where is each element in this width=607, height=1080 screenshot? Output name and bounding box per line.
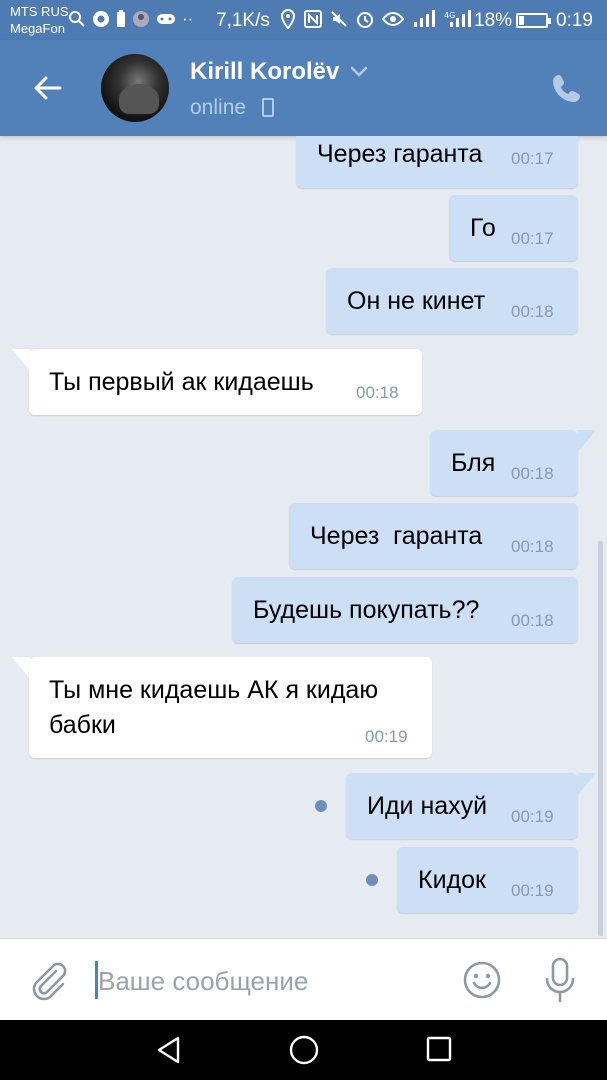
message-time: 00:18	[511, 302, 554, 321]
battery-percent: 18%	[474, 10, 513, 31]
unread-indicator	[366, 874, 378, 886]
message-bubble-outgoing[interactable]: Через гаранта 00:17	[296, 136, 578, 188]
nav-recent-apps-icon[interactable]	[426, 1036, 452, 1062]
nav-back-icon[interactable]	[154, 1035, 184, 1065]
message-bubble-incoming[interactable]: Ты мне кидаешь АК я кидаю бабки 00:19	[29, 657, 432, 758]
call-icon[interactable]	[551, 72, 583, 104]
message-time: 00:19	[365, 727, 408, 746]
message-text: Будешь покупать??	[253, 596, 480, 624]
bubble-tail	[12, 349, 30, 371]
carrier-2: MegaFon	[10, 21, 65, 36]
mute-icon	[331, 11, 347, 27]
avatar-icon	[133, 11, 149, 27]
message-text: Через гаранта	[310, 522, 483, 550]
message-text-line-2: бабки	[49, 711, 116, 739]
message-bubble-outgoing[interactable]: Го 00:17	[449, 195, 578, 261]
alarm-icon	[357, 12, 373, 28]
microphone-icon[interactable]	[541, 957, 579, 1003]
carrier-names: MTS RUS MegaFon	[10, 3, 69, 37]
message-time: 00:18	[511, 537, 554, 556]
message-list[interactable]: Через гаранта 00:17 Го 00:17 Он не кинет…	[0, 136, 607, 938]
bubble-tail	[12, 657, 30, 679]
clock: 0:19	[556, 10, 593, 31]
bubble-tail	[578, 773, 596, 795]
message-bubble-outgoing[interactable]: Через гаранта 00:18	[289, 503, 578, 569]
notification-icons: ··	[68, 9, 193, 29]
message-bubble-outgoing[interactable]: Кидок 00:19	[397, 847, 578, 913]
carrier-1: MTS RUS	[10, 4, 69, 19]
message-text: Кидок	[418, 866, 486, 894]
system-icons: 4G	[280, 9, 472, 29]
scrollbar[interactable]	[598, 541, 603, 936]
contact-avatar[interactable]	[101, 54, 169, 122]
net-speed: 7,1K/s	[216, 10, 270, 31]
message-time: 00:19	[511, 807, 554, 826]
unread-indicator	[315, 800, 327, 812]
message-time: 00:18	[356, 383, 399, 402]
contact-name[interactable]: Kirill Korolëv	[190, 58, 339, 86]
message-time: 00:18	[511, 611, 554, 630]
message-text: Ты первый ак кидаешь	[49, 368, 314, 396]
emoji-icon[interactable]	[463, 961, 501, 999]
location-icon	[280, 9, 296, 29]
message-text: Бля	[451, 449, 496, 477]
status-bar: MTS RUS MegaFon ·· 7,1K/s 4G 18% 0:19	[0, 0, 607, 40]
battery-saver-icon	[117, 10, 125, 27]
contact-status: online	[190, 96, 247, 119]
message-time: 00:18	[511, 464, 554, 483]
message-text: Он не кинет	[347, 287, 486, 315]
chrome-icon	[93, 11, 109, 27]
message-bubble-outgoing[interactable]: Он не кинет 00:18	[326, 268, 578, 334]
paperclip-icon[interactable]	[28, 959, 68, 1001]
bubble-tail	[578, 430, 596, 452]
battery-icon	[516, 13, 551, 28]
mobile-device-icon	[262, 98, 274, 117]
message-text: Иди нахуй	[367, 792, 488, 820]
signal-4g-icon: 4G	[444, 10, 471, 27]
message-text: Через гаранта	[317, 140, 483, 168]
dots-icon: ··	[182, 9, 194, 28]
message-bubble-outgoing[interactable]: Иди нахуй 00:19	[346, 773, 578, 839]
back-arrow-icon[interactable]	[30, 70, 66, 106]
search-icon	[69, 11, 85, 27]
message-composer	[0, 938, 607, 1020]
message-bubble-outgoing[interactable]: Будешь покупать?? 00:18	[232, 577, 578, 643]
message-time: 00:17	[511, 229, 554, 248]
message-bubble-outgoing[interactable]: Бля 00:18	[430, 430, 578, 496]
system-navigation-bar	[0, 1020, 607, 1080]
signal-icon	[414, 10, 435, 27]
svg-text:4G: 4G	[444, 11, 455, 20]
message-input[interactable]	[98, 963, 428, 999]
message-time: 00:17	[511, 149, 554, 168]
chevron-down-icon[interactable]	[350, 66, 368, 78]
message-text-line-1: Ты мне кидаешь АК я кидаю	[49, 676, 379, 704]
message-text: Го	[470, 214, 496, 242]
message-time: 00:19	[511, 881, 554, 900]
chat-header: Kirill Korolëv online	[0, 40, 607, 136]
game-icon	[157, 14, 175, 24]
message-bubble-incoming[interactable]: Ты первый ак кидаешь 00:18	[29, 349, 422, 415]
nfc-icon	[304, 10, 322, 28]
eye-icon	[382, 11, 404, 27]
nav-home-icon[interactable]	[288, 1034, 320, 1066]
